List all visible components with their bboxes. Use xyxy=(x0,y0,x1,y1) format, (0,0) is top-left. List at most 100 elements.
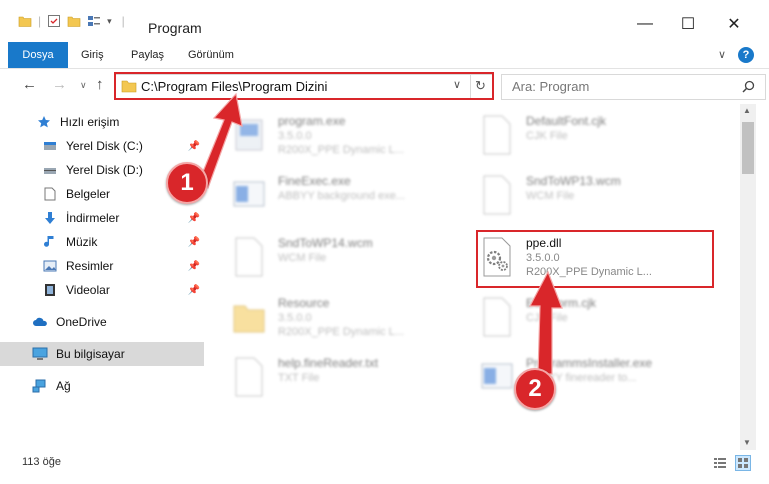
minimize-button[interactable]: — xyxy=(630,14,660,34)
cloud-icon xyxy=(32,314,48,330)
ppe-dll-highlight xyxy=(476,230,714,288)
file-item[interactable]: ProgrammsInstaller.exe ABBYY finereader … xyxy=(472,348,708,408)
annotation-arrow-2 xyxy=(529,270,563,375)
file-item[interactable]: FineExec.exe ABBYY background exe... xyxy=(224,166,460,226)
view-options-icon[interactable] xyxy=(87,14,101,28)
file-version: 3.5.0.0 xyxy=(278,312,312,324)
folder-icon xyxy=(18,16,32,27)
window-title: Program xyxy=(148,20,202,36)
up-arrow-icon[interactable]: ↑ xyxy=(96,76,104,93)
sidebar-item-label: Yerel Disk (D:) xyxy=(66,163,143,177)
file-item[interactable]: EulaForm.cjk CJK File xyxy=(472,288,708,348)
sidebar-item-onedrive[interactable]: OneDrive xyxy=(0,310,204,334)
sidebar-item-pictures[interactable]: Resimler 📌 xyxy=(0,254,204,278)
tab-home[interactable]: Giriş xyxy=(81,42,104,68)
step-badge-2: 2 xyxy=(514,368,556,410)
document-icon xyxy=(235,237,263,277)
tab-view[interactable]: Görünüm xyxy=(188,42,234,68)
file-item[interactable]: program.exe 3.5.0.0 R200X_PPE Dynamic L.… xyxy=(224,106,460,166)
file-item[interactable]: SndToWP14.wcm WCM File xyxy=(224,228,460,288)
file-type: WCM File xyxy=(278,252,327,264)
item-count: 113 öğe xyxy=(22,456,61,468)
toolbar-divider: | xyxy=(38,14,42,28)
network-icon xyxy=(32,378,48,394)
customize-toolbar-icon[interactable]: ▾ xyxy=(107,16,112,27)
sidebar-item-label: Hızlı erişim xyxy=(60,115,120,129)
file-description: R200X_PPE Dynamic L... xyxy=(278,326,404,338)
file-item[interactable]: SndToWP13.wcm WCM File xyxy=(472,166,708,226)
star-icon xyxy=(36,114,52,130)
file-type: TXT File xyxy=(278,372,320,384)
search-icon[interactable] xyxy=(742,80,755,93)
pin-icon: 📌 xyxy=(187,260,200,272)
tab-file[interactable]: Dosya xyxy=(8,42,68,68)
search-box[interactable]: Ara: Program xyxy=(501,74,766,100)
sidebar-item-label: Müzik xyxy=(66,235,98,249)
vertical-scrollbar[interactable]: ▲ ▼ xyxy=(740,104,756,450)
sidebar-item-downloads[interactable]: İndirmeler 📌 xyxy=(0,206,204,230)
sidebar-item-label: Resimler xyxy=(66,259,114,273)
sidebar-item-local-disk-c[interactable]: Yerel Disk (C:) 📌 xyxy=(0,134,204,158)
search-input[interactable]: Ara: Program xyxy=(512,79,589,94)
file-description: ABBYY background exe... xyxy=(278,190,405,202)
file-item[interactable]: Resource 3.5.0.0 R200X_PPE Dynamic L... xyxy=(224,288,460,348)
new-folder-icon[interactable] xyxy=(67,14,81,28)
file-type: CJK File xyxy=(526,130,568,142)
help-icon[interactable]: ? xyxy=(738,47,754,63)
maximize-button[interactable]: ☐ xyxy=(673,14,703,34)
file-name: help.fineReader.txt xyxy=(278,356,379,370)
pin-icon: 📌 xyxy=(187,236,200,248)
ribbon-tabs: Dosya Giriş Paylaş Görünüm ∨ ? xyxy=(0,42,769,69)
file-description: R200X_PPE Dynamic L... xyxy=(278,144,404,156)
file-name: SndToWP13.wcm xyxy=(526,174,621,188)
file-item[interactable]: help.fineReader.txt TXT File xyxy=(224,348,460,408)
sidebar-item-label: Videolar xyxy=(66,283,110,297)
file-version: 3.5.0.0 xyxy=(278,130,312,142)
back-arrow-icon[interactable]: ← xyxy=(22,76,37,93)
scroll-down-icon[interactable]: ▼ xyxy=(743,438,751,447)
sidebar-item-network[interactable]: Ağ xyxy=(0,374,204,398)
sidebar-item-label: Yerel Disk (C:) xyxy=(66,139,143,153)
tab-share[interactable]: Paylaş xyxy=(131,42,164,68)
recent-locations-icon[interactable]: ∨ xyxy=(80,80,87,91)
file-name: SndToWP14.wcm xyxy=(278,236,373,250)
document-icon xyxy=(483,175,511,215)
quick-access-toolbar: | ▾ | xyxy=(18,14,125,28)
file-name: DefaultFont.cjk xyxy=(526,114,607,128)
details-view-icon[interactable] xyxy=(713,457,727,469)
document-icon xyxy=(483,115,511,155)
sidebar-item-this-pc[interactable]: Bu bilgisayar xyxy=(0,342,204,366)
folder-icon xyxy=(233,305,265,333)
file-name: FineExec.exe xyxy=(278,174,351,188)
window-icon xyxy=(481,363,513,389)
address-bar-highlight xyxy=(114,72,494,100)
download-icon xyxy=(42,210,58,226)
file-type: WCM File xyxy=(526,190,575,202)
ribbon-collapse-icon[interactable]: ∨ xyxy=(718,42,726,68)
properties-icon[interactable] xyxy=(47,14,61,28)
large-icons-view-icon[interactable] xyxy=(735,455,751,471)
videos-icon xyxy=(42,282,58,298)
sidebar-item-videos[interactable]: Videolar 📌 xyxy=(0,278,204,302)
sidebar-item-label: OneDrive xyxy=(56,315,107,329)
scrollbar-thumb[interactable] xyxy=(742,122,754,174)
sidebar-item-label: Bu bilgisayar xyxy=(56,347,125,361)
drive-icon xyxy=(42,138,58,154)
file-item[interactable]: DefaultFont.cjk CJK File xyxy=(472,106,708,166)
forward-arrow-icon[interactable]: → xyxy=(52,76,67,93)
document-icon xyxy=(483,297,511,337)
title-bar: | ▾ | Program — ☐ ✕ xyxy=(0,0,769,42)
scroll-up-icon[interactable]: ▲ xyxy=(743,106,751,115)
sidebar-item-music[interactable]: Müzik 📌 xyxy=(0,230,204,254)
close-button[interactable]: ✕ xyxy=(719,14,749,34)
pin-icon: 📌 xyxy=(187,284,200,296)
documents-icon xyxy=(42,186,58,202)
toolbar-divider: | xyxy=(121,14,125,28)
computer-icon xyxy=(32,346,48,362)
pin-icon: 📌 xyxy=(187,212,200,224)
sidebar-item-quick-access[interactable]: Hızlı erişim xyxy=(0,110,204,134)
navigation-pane: Hızlı erişim Yerel Disk (C:) 📌 Yerel Dis… xyxy=(0,104,204,450)
music-icon xyxy=(42,234,58,250)
step-badge-1: 1 xyxy=(166,162,208,204)
sidebar-item-label: Belgeler xyxy=(66,187,111,201)
